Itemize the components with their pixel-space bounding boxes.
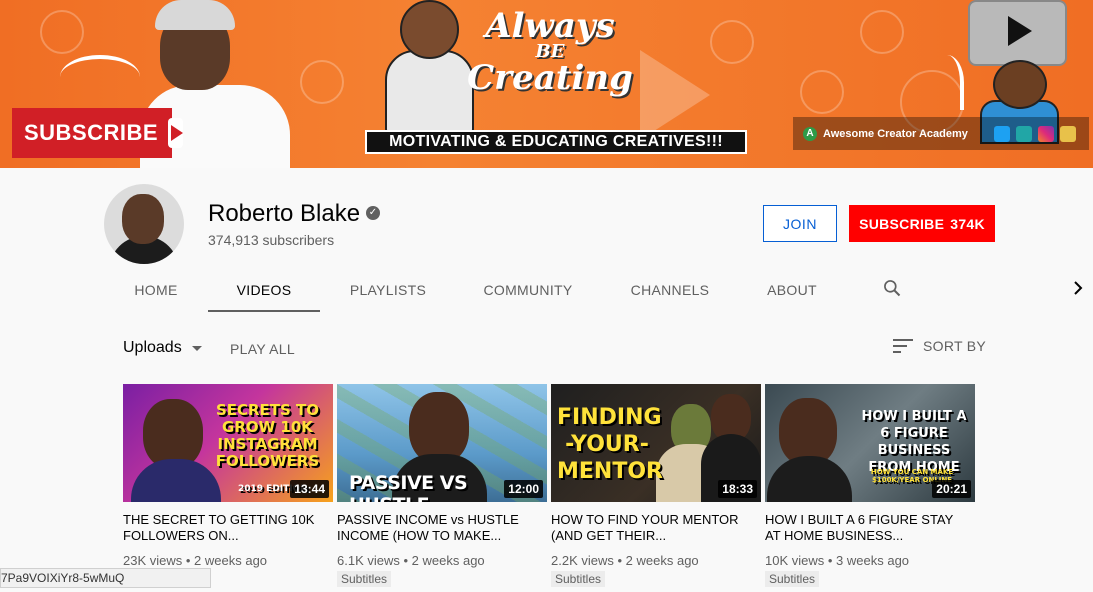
search-icon[interactable] xyxy=(882,278,902,298)
video-age: 3 weeks ago xyxy=(836,553,910,568)
join-button[interactable]: JOIN xyxy=(763,205,837,242)
channel-banner: SUBSCRIBE Always BE Creating MOTIVATING … xyxy=(0,0,1093,168)
subscribe-label: SUBSCRIBE xyxy=(859,215,945,232)
video-duration: 20:21 xyxy=(932,480,971,498)
avatar[interactable] xyxy=(104,184,184,264)
video-duration: 12:00 xyxy=(504,480,543,498)
play-all-button[interactable]: PLAY ALL xyxy=(230,341,295,357)
banner-link-academy[interactable]: Awesome Creator Academy xyxy=(823,128,968,140)
video-views: 10K views xyxy=(765,553,825,568)
videos-section: Uploads PLAY ALL SORT BY SECRETS TO GROW… xyxy=(0,312,1093,592)
video-thumbnail[interactable]: HOW I BUILT A 6 FIGURE BUSINESS FROM HOM… xyxy=(765,384,975,502)
subscribe-button[interactable]: SUBSCRIBE 374K xyxy=(849,205,995,242)
banner-script-line1: Always xyxy=(485,6,615,46)
thumbnail-text: SECRETS TO GROW 10K INSTAGRAM FOLLOWERS xyxy=(215,401,320,470)
tab-playlists[interactable]: PLAYLISTS xyxy=(320,268,456,312)
uploads-label: Uploads xyxy=(123,339,182,356)
sort-icon xyxy=(893,339,913,353)
video-card[interactable]: FINDING -YOUR- MENTOR 18:33 HOW TO FIND … xyxy=(551,384,761,588)
uploads-dropdown[interactable]: Uploads xyxy=(123,339,202,357)
video-title[interactable]: HOW TO FIND YOUR MENTOR (AND GET THEIR..… xyxy=(551,512,761,544)
channel-name: Roberto Blake xyxy=(208,200,361,227)
video-age: 2 weeks ago xyxy=(625,553,699,568)
video-duration: 18:33 xyxy=(718,480,757,498)
banner-script-title: Always BE Creating xyxy=(455,8,645,96)
video-views: 2.2K views xyxy=(551,553,614,568)
banner-decor-circle xyxy=(710,20,754,64)
video-thumbnail[interactable]: PASSIVE VS HUSTLE 12:00 xyxy=(337,384,547,502)
banner-slogan: MOTIVATING & EDUCATING CREATIVES!!! xyxy=(365,130,747,154)
linktree-icon[interactable] xyxy=(1015,125,1032,142)
video-thumbnail[interactable]: SECRETS TO GROW 10K INSTAGRAM FOLLOWERS … xyxy=(123,384,333,502)
facebook-icon[interactable] xyxy=(1059,125,1076,142)
channel-header: Roberto Blake ✓ 374,913 subscribers JOIN… xyxy=(0,168,1093,312)
video-thumbnail[interactable]: FINDING -YOUR- MENTOR 18:33 xyxy=(551,384,761,502)
subtitles-badge: Subtitles xyxy=(337,571,392,587)
video-card[interactable]: HOW I BUILT A 6 FIGURE BUSINESS FROM HOM… xyxy=(765,384,975,588)
banner-subscribe-text: SUBSCRIBE xyxy=(24,120,159,145)
video-duration: 13:44 xyxy=(290,480,329,498)
tab-about[interactable]: ABOUT xyxy=(740,268,844,312)
banner-decor-circle xyxy=(300,60,344,104)
banner-decor-circle xyxy=(860,10,904,54)
video-age: 2 weeks ago xyxy=(411,553,485,568)
subscriber-count: 374,913 subscribers xyxy=(208,232,335,248)
subtitles-badge: Subtitles xyxy=(765,571,820,587)
play-button-award-icon xyxy=(968,0,1067,66)
banner-links: A Awesome Creator Academy xyxy=(793,117,1089,150)
video-meta: 6.1K views • 2 weeks ago xyxy=(337,553,485,568)
banner-arrow-right xyxy=(930,55,964,110)
tab-videos[interactable]: VIDEOS xyxy=(208,268,320,312)
banner-subscribe-graphic: SUBSCRIBE xyxy=(12,108,184,158)
thumbnail-text: HOW I BUILT A 6 FIGURE BUSINESS FROM HOM… xyxy=(861,409,967,475)
tab-community[interactable]: COMMUNITY xyxy=(456,268,600,312)
tab-home[interactable]: HOME xyxy=(104,268,208,312)
twitter-icon[interactable] xyxy=(993,125,1010,142)
video-views: 6.1K views xyxy=(337,553,400,568)
video-meta: 2.2K views • 2 weeks ago xyxy=(551,553,699,568)
video-card[interactable]: PASSIVE VS HUSTLE 12:00 PASSIVE INCOME v… xyxy=(337,384,547,588)
banner-decor-circle xyxy=(800,70,844,114)
channel-tabs: HOME VIDEOS PLAYLISTS COMMUNITY CHANNELS… xyxy=(104,268,844,312)
subtitles-badge: Subtitles xyxy=(551,571,606,587)
video-grid: SECRETS TO GROW 10K INSTAGRAM FOLLOWERS … xyxy=(123,384,979,588)
video-title[interactable]: PASSIVE INCOME vs HUSTLE INCOME (HOW TO … xyxy=(337,512,547,544)
thumbnail-text: FINDING -YOUR- MENTOR xyxy=(557,405,663,484)
instagram-icon[interactable] xyxy=(1037,125,1054,142)
sort-by-label: SORT BY xyxy=(923,338,987,354)
video-card[interactable]: SECRETS TO GROW 10K INSTAGRAM FOLLOWERS … xyxy=(123,384,333,588)
subscribe-count: 374K xyxy=(950,215,985,232)
banner-cartoon-character xyxy=(975,60,1060,144)
verified-check-icon: ✓ xyxy=(366,206,380,220)
caret-down-icon xyxy=(191,345,202,351)
video-age: 2 weeks ago xyxy=(194,553,268,568)
video-title[interactable]: THE SECRET TO GETTING 10K FOLLOWERS ON..… xyxy=(123,512,333,544)
video-meta: 23K views • 2 weeks ago xyxy=(123,553,268,568)
sort-by-button[interactable]: SORT BY xyxy=(893,338,986,354)
banner-decor-circle xyxy=(40,10,84,54)
banner-script-line3: Creating xyxy=(467,58,633,98)
tab-channels[interactable]: CHANNELS xyxy=(600,268,740,312)
banner-arrow-left xyxy=(60,55,140,99)
banner-play-shape xyxy=(640,50,710,140)
status-bar-url: 7Pa9VOIXiYr8-5wMuQ xyxy=(0,568,211,588)
video-views: 23K views xyxy=(123,553,183,568)
play-icon xyxy=(168,118,184,148)
video-title[interactable]: HOW I BUILT A 6 FIGURE STAY AT HOME BUSI… xyxy=(765,512,975,544)
chevron-right-icon[interactable] xyxy=(1070,278,1086,298)
video-meta: 10K views • 3 weeks ago xyxy=(765,553,910,568)
academy-icon: A xyxy=(803,126,817,141)
